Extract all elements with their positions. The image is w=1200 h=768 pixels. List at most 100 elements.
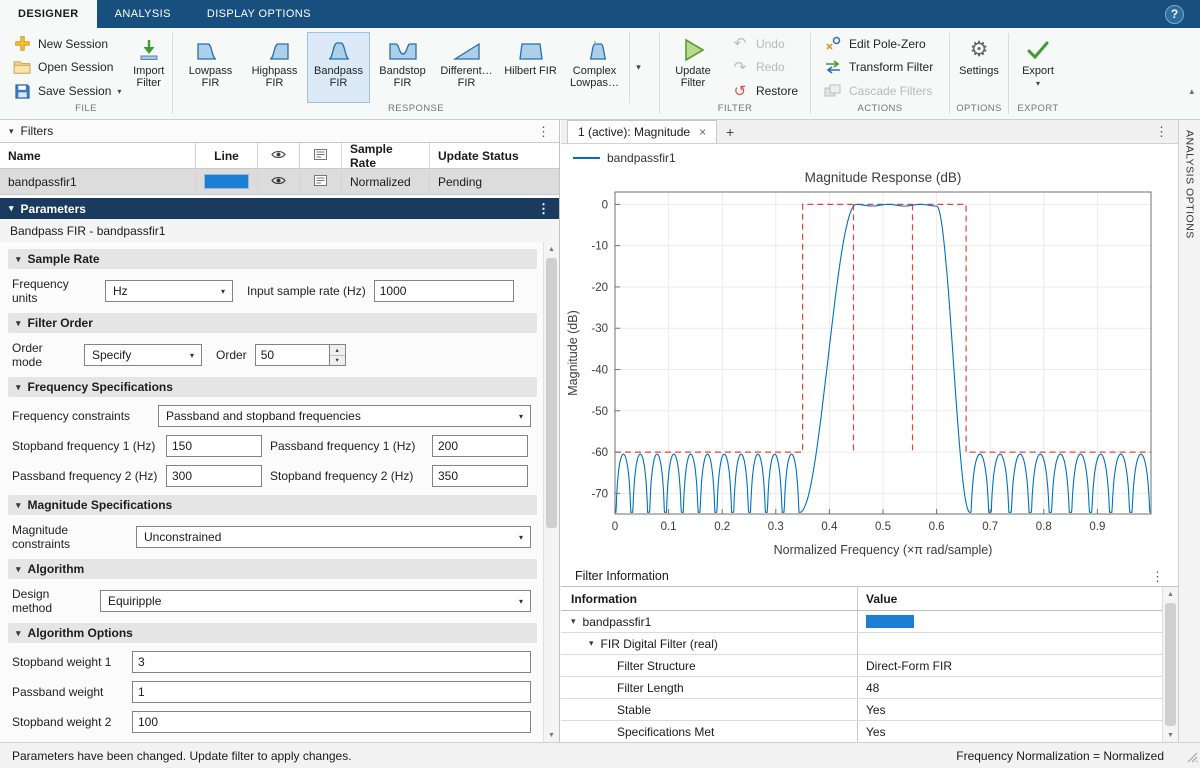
redo-button[interactable]: ↷ Redo (724, 56, 804, 78)
filters-menu-icon[interactable]: ⋮ (537, 125, 550, 138)
collapse-ribbon-button[interactable]: ▴ (1189, 86, 1194, 97)
design-method-select[interactable]: Equiripple ▾ (100, 590, 531, 612)
stopband-frequency-2-field[interactable] (432, 465, 528, 487)
collapse-filters-icon[interactable]: ▾ (9, 126, 14, 137)
input-sample-rate-field[interactable] (374, 280, 514, 302)
toolstrip-tab-bar: DESIGNER ANALYSIS DISPLAY OPTIONS ? (0, 0, 1200, 28)
options-section-label: OPTIONS (950, 103, 1008, 119)
update-filter-button[interactable]: Update Filter (666, 32, 720, 103)
collapse-parameters-icon[interactable]: ▾ (9, 203, 14, 214)
settings-button[interactable]: ⚙ Settings (956, 32, 1002, 103)
response-bandpass-fir-button[interactable]: Bandpass FIR (307, 32, 370, 103)
spinner-buttons[interactable]: ▴ ▾ (329, 344, 346, 366)
toolstrip-ribbon: New Session Open Session Save Session ▾ … (0, 28, 1200, 120)
info-row-specifications-met[interactable]: Specifications Met Yes (561, 721, 1178, 743)
spinner-up-icon[interactable]: ▴ (330, 345, 345, 356)
section-frequency-specifications[interactable]: ▾ Frequency Specifications (8, 377, 537, 397)
response-hilbert-fir-button[interactable]: Hilbert FIR (499, 32, 562, 103)
annotation-toggle-icon[interactable] (314, 175, 327, 189)
stopband-weight-1-field[interactable] (132, 651, 531, 673)
stopband-frequency-1-label: Stopband frequency 1 (Hz) (12, 439, 158, 453)
transform-filter-button[interactable]: Transform Filter (817, 56, 943, 78)
info-label: Filter Length (617, 681, 684, 695)
passband-weight-field[interactable] (132, 681, 531, 703)
info-row-length[interactable]: Filter Length 48 (561, 677, 1178, 699)
parameters-scrollbar-thumb[interactable] (546, 258, 557, 528)
help-button[interactable]: ? (1165, 5, 1184, 24)
section-algorithm[interactable]: ▾ Algorithm (8, 559, 537, 579)
passband-frequency-1-field[interactable] (432, 435, 528, 457)
parameters-panel-header: ▾ Parameters ⋮ (0, 198, 559, 219)
tab-designer[interactable]: DESIGNER (0, 0, 97, 28)
expand-icon[interactable]: ▾ (571, 616, 576, 627)
tab-analysis[interactable]: ANALYSIS (97, 0, 189, 28)
tab-display-options[interactable]: DISPLAY OPTIONS (189, 0, 329, 28)
spinner-down-icon[interactable]: ▾ (330, 356, 345, 366)
visibility-toggle-icon[interactable] (271, 175, 286, 189)
import-filter-button[interactable]: Import Filter (131, 32, 166, 103)
response-gallery-dropdown[interactable]: ▾ (629, 32, 647, 103)
open-session-button[interactable]: Open Session (6, 56, 127, 78)
document-menu-icon[interactable]: ⋮ (1155, 125, 1168, 138)
response-differentiator-fir-button[interactable]: Different… FIR (435, 32, 498, 103)
new-session-button[interactable]: New Session (6, 33, 127, 55)
filter-information-scrollbar-thumb[interactable] (1165, 603, 1176, 726)
frequency-units-select[interactable]: Hz ▾ (105, 280, 233, 302)
section-filter-order[interactable]: ▾ Filter Order (8, 313, 537, 333)
tab-magnitude-response[interactable]: 1 (active): Magnitude × (567, 120, 717, 143)
order-field[interactable] (255, 344, 329, 366)
response-complex-lowpass-button[interactable]: Complex Lowpas… (563, 32, 626, 103)
response-lowpass-fir-button[interactable]: Lowpass FIR (179, 32, 242, 103)
chart-legend[interactable]: bandpassfir1 (573, 151, 676, 165)
complex-lowpass-icon (580, 36, 610, 64)
cascade-filters-button[interactable]: Cascade Filters (817, 80, 943, 102)
frequency-constraints-select[interactable]: Passband and stopband frequencies ▾ (158, 405, 531, 427)
info-row-stable[interactable]: Stable Yes (561, 699, 1178, 721)
save-session-dropdown-icon[interactable]: ▾ (117, 87, 121, 96)
stopband-weight-2-field[interactable] (132, 711, 531, 733)
info-value: Direct-Form FIR (857, 655, 1178, 676)
export-button[interactable]: Export ▾ (1015, 32, 1061, 103)
filter-information-header: Filter Information ⋮ (561, 566, 1178, 586)
scroll-up-icon[interactable]: ▲ (1163, 587, 1178, 601)
order-mode-select[interactable]: Specify ▾ (84, 344, 202, 366)
new-analysis-tab-button[interactable]: + (717, 120, 743, 143)
line-color-swatch[interactable] (204, 174, 249, 189)
filter-information-menu-icon[interactable]: ⋮ (1151, 570, 1164, 583)
response-highpass-fir-button[interactable]: Highpass FIR (243, 32, 306, 103)
filter-table-row[interactable]: bandpassfir1 Normalized Pending (0, 169, 559, 194)
chevron-down-icon: ▾ (519, 597, 523, 606)
save-session-button[interactable]: Save Session ▾ (6, 80, 127, 102)
expand-icon[interactable]: ▾ (589, 638, 594, 649)
edit-pole-zero-button[interactable]: Edit Pole-Zero (817, 33, 943, 55)
close-tab-icon[interactable]: × (699, 125, 706, 139)
parameters-scrollbar[interactable]: ▲ ▼ (543, 242, 559, 742)
magnitude-response-chart[interactable]: 00.10.20.30.40.50.60.70.80.90-10-20-30-4… (565, 168, 1169, 560)
scroll-up-icon[interactable]: ▲ (544, 242, 559, 256)
undo-button[interactable]: ↶ Undo (724, 33, 804, 55)
filter-color-swatch[interactable] (866, 615, 914, 628)
magnitude-constraints-select[interactable]: Unconstrained ▾ (136, 526, 531, 548)
restore-button[interactable]: ↺ Restore (724, 80, 804, 102)
section-algorithm-options[interactable]: ▾ Algorithm Options (8, 623, 537, 643)
analysis-options-tab[interactable]: ANALYSIS OPTIONS (1184, 130, 1196, 239)
ribbon-section-file: New Session Open Session Save Session ▾ … (0, 28, 172, 119)
stopband-frequency-1-field[interactable] (166, 435, 262, 457)
settings-label: Settings (959, 65, 999, 77)
info-row-filter-type[interactable]: ▾FIR Digital Filter (real) (561, 633, 1178, 655)
scroll-down-icon[interactable]: ▼ (1163, 728, 1178, 742)
section-collapse-icon: ▾ (16, 564, 21, 575)
section-magnitude-specifications[interactable]: ▾ Magnitude Specifications (8, 495, 537, 515)
filter-information-scrollbar[interactable]: ▲ ▼ (1162, 587, 1178, 742)
info-row-structure[interactable]: Filter Structure Direct-Form FIR (561, 655, 1178, 677)
order-spinner[interactable]: ▴ ▾ (255, 344, 346, 366)
section-sample-rate[interactable]: ▾ Sample Rate (8, 249, 537, 269)
resize-grip[interactable] (1187, 752, 1198, 766)
parameters-menu-icon[interactable]: ⋮ (537, 202, 550, 215)
scroll-down-icon[interactable]: ▼ (544, 728, 559, 742)
passband-frequency-2-field[interactable] (166, 465, 262, 487)
filter-information-table: Information Value ▾bandpassfir1 ▾FIR Dig… (561, 586, 1178, 742)
info-row-filter[interactable]: ▾bandpassfir1 (561, 611, 1178, 633)
svg-text:-20: -20 (591, 282, 608, 294)
response-bandstop-fir-button[interactable]: Bandstop FIR (371, 32, 434, 103)
